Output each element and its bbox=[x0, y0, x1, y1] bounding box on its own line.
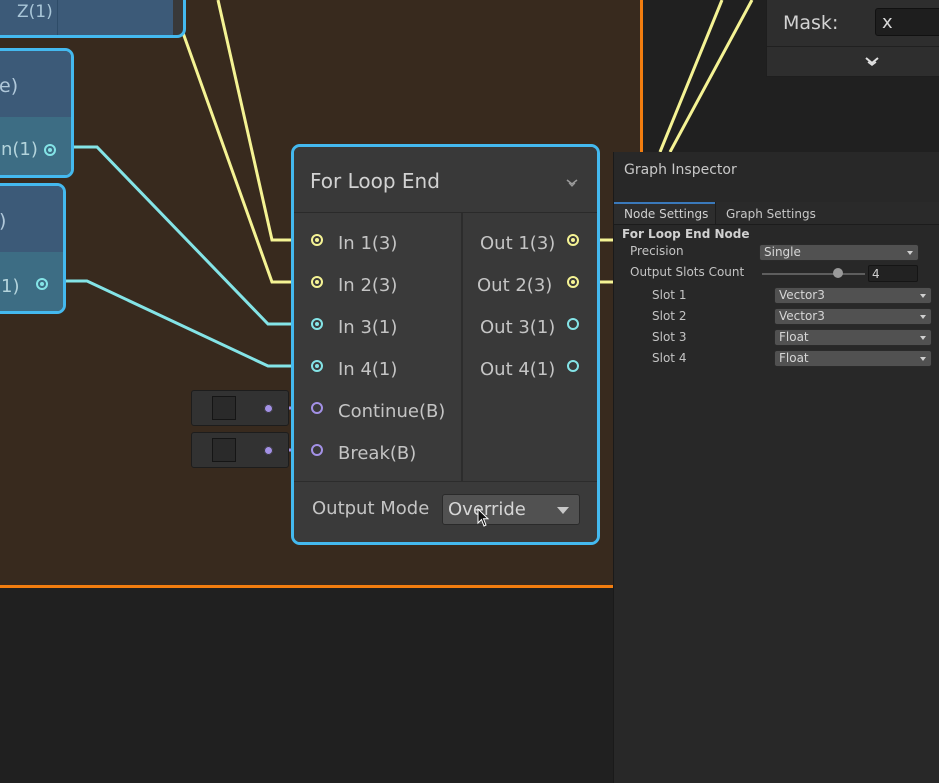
mask-label: Mask: bbox=[783, 12, 839, 34]
port-label-out4: Out 4(1) bbox=[480, 359, 556, 380]
port-label-partial: n(1) bbox=[1, 139, 38, 160]
slot-2-dropdown[interactable]: Vector3 bbox=[774, 308, 932, 325]
wire-upper-right-a bbox=[658, 0, 724, 153]
checkbox[interactable] bbox=[212, 396, 236, 420]
port-output-cyan[interactable] bbox=[44, 144, 56, 156]
left-node-low[interactable]: ) 1) bbox=[0, 183, 66, 314]
tab-bar: Node Settings Graph Settings bbox=[614, 202, 939, 225]
slots-count-field[interactable]: 4 bbox=[868, 265, 918, 282]
chevron-down-icon[interactable] bbox=[566, 178, 578, 188]
port-label-in3: In 3(1) bbox=[338, 317, 398, 338]
slot-3-label: Slot 3 bbox=[652, 330, 687, 344]
slot-1-dropdown[interactable]: Vector3 bbox=[774, 287, 932, 304]
node-title-partial: ) bbox=[0, 210, 6, 232]
slot-4-dropdown[interactable]: Float bbox=[774, 350, 932, 367]
port-label-in2: In 2(3) bbox=[338, 275, 398, 296]
port-label-in4: In 4(1) bbox=[338, 359, 398, 380]
precision-dropdown[interactable]: Single bbox=[759, 244, 919, 261]
caret-down-icon bbox=[557, 507, 569, 514]
left-node-top[interactable]: Z(1) bbox=[0, 0, 186, 38]
port-in1[interactable] bbox=[311, 234, 323, 246]
port-label-out3: Out 3(1) bbox=[480, 317, 556, 338]
port-out1[interactable] bbox=[567, 234, 579, 246]
port-label-out2: Out 2(3) bbox=[477, 275, 553, 296]
port-out2[interactable] bbox=[567, 276, 579, 288]
node-title: For Loop End bbox=[310, 169, 440, 193]
output-mode-label: Output Mode bbox=[312, 498, 430, 519]
precision-label: Precision bbox=[630, 244, 684, 258]
left-node-mid[interactable]: e) n(1) bbox=[0, 48, 74, 178]
port-in3[interactable] bbox=[311, 318, 323, 330]
port-label-break: Break(B) bbox=[338, 443, 417, 464]
continue-default-toggle[interactable] bbox=[191, 390, 289, 426]
port-out4[interactable] bbox=[567, 360, 579, 372]
mouse-cursor-icon bbox=[477, 508, 490, 527]
port-output-cyan[interactable] bbox=[36, 278, 48, 290]
tab-graph-settings[interactable]: Graph Settings bbox=[715, 202, 826, 224]
mask-input[interactable]: x bbox=[875, 8, 939, 36]
for-loop-end-node[interactable]: For Loop End bbox=[291, 144, 600, 545]
port-label-out1: Out 1(3) bbox=[480, 233, 556, 254]
output-mode-dropdown[interactable]: Override bbox=[442, 494, 580, 525]
wire-upper-right-b bbox=[668, 0, 754, 153]
slot-4-label: Slot 4 bbox=[652, 351, 687, 365]
section-title: For Loop End Node bbox=[622, 227, 750, 241]
slots-count-label: Output Slots Count bbox=[630, 265, 745, 279]
checkbox[interactable] bbox=[212, 438, 236, 462]
port-label-in1: In 1(3) bbox=[338, 233, 398, 254]
caret-down-icon bbox=[920, 315, 926, 319]
chevron-down-icon[interactable] bbox=[864, 55, 880, 67]
port-break[interactable] bbox=[311, 444, 323, 456]
port-label-partial: 1) bbox=[1, 276, 20, 297]
slot-3-dropdown[interactable]: Float bbox=[774, 329, 932, 346]
port-label-z: Z(1) bbox=[17, 2, 53, 22]
inspector-title: Graph Inspector bbox=[624, 162, 737, 178]
caret-down-icon bbox=[920, 336, 926, 340]
port-out3[interactable] bbox=[567, 318, 579, 330]
caret-down-icon bbox=[920, 294, 926, 298]
port-in4[interactable] bbox=[311, 360, 323, 372]
port-continue[interactable] bbox=[311, 402, 323, 414]
port-in2[interactable] bbox=[311, 276, 323, 288]
caret-down-icon bbox=[920, 357, 926, 361]
break-default-toggle[interactable] bbox=[191, 432, 289, 468]
tab-node-settings[interactable]: Node Settings bbox=[614, 202, 715, 224]
slots-count-slider-thumb[interactable] bbox=[833, 268, 843, 278]
graph-canvas[interactable]: Z(1) e) n(1) ) 1) Mask: x bbox=[0, 0, 939, 783]
slot-1-label: Slot 1 bbox=[652, 288, 687, 302]
mask-panel: Mask: x bbox=[766, 0, 939, 77]
caret-down-icon bbox=[907, 251, 913, 255]
node-title-partial: e) bbox=[0, 75, 19, 97]
slots-count-slider-track[interactable] bbox=[762, 273, 865, 275]
slot-2-label: Slot 2 bbox=[652, 309, 687, 323]
node-header[interactable]: For Loop End bbox=[294, 147, 597, 213]
port-label-continue: Continue(B) bbox=[338, 401, 446, 422]
graph-inspector: Graph Inspector Node Settings Graph Sett… bbox=[613, 152, 939, 783]
